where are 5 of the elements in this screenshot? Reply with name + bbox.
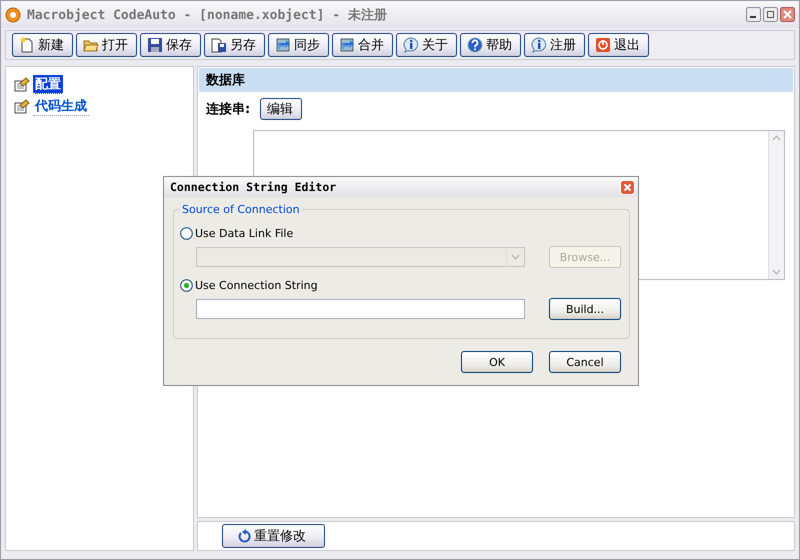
panel-header: 数据库	[199, 68, 793, 92]
window-title: Macrobject CodeAuto - [noname.xobject] - 未注册	[27, 6, 388, 24]
connection-label: 连接串:	[206, 100, 250, 118]
dialog-title: Connection String Editor	[170, 180, 336, 194]
group-title: Source of Connection	[181, 203, 301, 216]
